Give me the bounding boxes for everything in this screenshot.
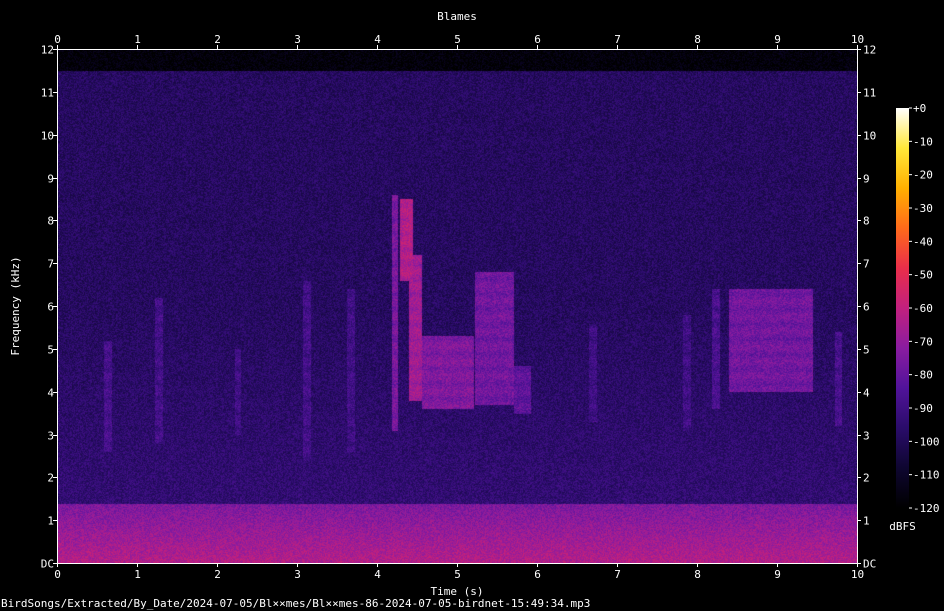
y-tick-label-left: 3 — [47, 430, 54, 443]
colorbar-tick-label: -10 — [913, 135, 933, 148]
y-tick-label-left: 12 — [41, 44, 54, 57]
colorbar-tick-label: -100 — [913, 435, 940, 448]
y-axis-label: Frequency (kHz) — [9, 256, 22, 355]
y-tick-label-right: 2 — [863, 472, 870, 485]
x-tick-label-bottom: 1 — [134, 568, 141, 581]
colorbar-tick-label: -70 — [913, 335, 933, 348]
x-tick-label-bottom: 0 — [54, 568, 61, 581]
y-tick-label-right: 7 — [863, 258, 870, 271]
x-tick-label-top: 7 — [614, 33, 621, 46]
y-tick-label-left: 7 — [47, 258, 54, 271]
y-tick-label-right: 1 — [863, 515, 870, 528]
colorbar-tick-label: -40 — [913, 235, 933, 248]
colorbar-ticks: +0 -10 -20 -30 -40 -50 -60 -70 -80 -90 -100 -110 -12… — [909, 102, 940, 515]
y-tick-label-left: DC — [41, 558, 54, 571]
y-tick-label-right: 9 — [863, 173, 870, 186]
y-tick-label-left: 11 — [41, 87, 54, 100]
x-tick-label-top: 3 — [294, 33, 301, 46]
colorbar-label: dBFS — [889, 520, 916, 533]
y-tick-label-right: 6 — [863, 301, 870, 314]
x-tick-label-top: 6 — [534, 33, 541, 46]
colorbar-tick-label: +0 — [913, 102, 926, 115]
colorbar-gradient — [896, 108, 909, 508]
y-tick-label-left: 4 — [47, 387, 54, 400]
y-tick-label-left: 9 — [47, 173, 54, 186]
x-tick-label-bottom: 3 — [294, 568, 301, 581]
colorbar-tick-label: -110 — [913, 469, 940, 482]
colorbar-tick-label: -30 — [913, 202, 933, 215]
colorbar-tick-label: -60 — [913, 302, 933, 315]
x-tick-label-top: 4 — [374, 33, 381, 46]
x-tick-label-top: 9 — [774, 33, 781, 46]
x-tick-label-bottom: 5 — [454, 568, 461, 581]
x-tick-label-bottom: 4 — [374, 568, 381, 581]
colorbar-tick-label: -80 — [913, 369, 933, 382]
y-tick-label-left: 6 — [47, 301, 54, 314]
x-tick-label-bottom: 6 — [534, 568, 541, 581]
y-tick-label-right: 11 — [863, 87, 876, 100]
x-tick-label-top: 5 — [454, 33, 461, 46]
x-tick-label-top: 2 — [214, 33, 221, 46]
x-tick-label-top: 8 — [694, 33, 701, 46]
y-tick-label-left: 2 — [47, 472, 54, 485]
spectrogram-heatmap — [57, 49, 857, 563]
plot-area — [57, 49, 858, 564]
colorbar-tick-label: -20 — [913, 169, 933, 182]
y-tick-label-right: 3 — [863, 430, 870, 443]
y-tick-label-right: 10 — [863, 130, 876, 143]
y-tick-label-left: 5 — [47, 344, 54, 357]
y-tick-label-right: 4 — [863, 387, 870, 400]
y-tick-label-right: 8 — [863, 215, 870, 228]
colorbar-tick-label: -90 — [913, 402, 933, 415]
x-tick-label-top: 1 — [134, 33, 141, 46]
x-tick-label-bottom: 7 — [614, 568, 621, 581]
x-tick-label-bottom: 9 — [774, 568, 781, 581]
y-tick-label-right: 12 — [863, 44, 876, 57]
y-tick-label-right: 5 — [863, 344, 870, 357]
y-tick-label-right: DC — [863, 558, 876, 571]
source-file-path: BirdSongs/Extracted/By_Date/2024-07-05/B… — [1, 597, 590, 610]
colorbar-tick-label: -50 — [913, 269, 933, 282]
x-tick-label-bottom: 8 — [694, 568, 701, 581]
spectrogram-figure: Blames 001122334455667788991010 DC DC1 12 2… — [1, 10, 940, 610]
y-tick-label-left: 8 — [47, 215, 54, 228]
colorbar: +0 -10 -20 -30 -40 -50 -60 -70 -80 -90 -100 -110 -12… — [889, 102, 939, 533]
colorbar-tick-label: -120 — [913, 502, 940, 515]
chart-title: Blames — [437, 10, 477, 23]
x-tick-label-top: 0 — [54, 33, 61, 46]
y-tick-label-left: 10 — [41, 130, 54, 143]
y-tick-label-left: 1 — [47, 515, 54, 528]
x-tick-label-bottom: 2 — [214, 568, 221, 581]
